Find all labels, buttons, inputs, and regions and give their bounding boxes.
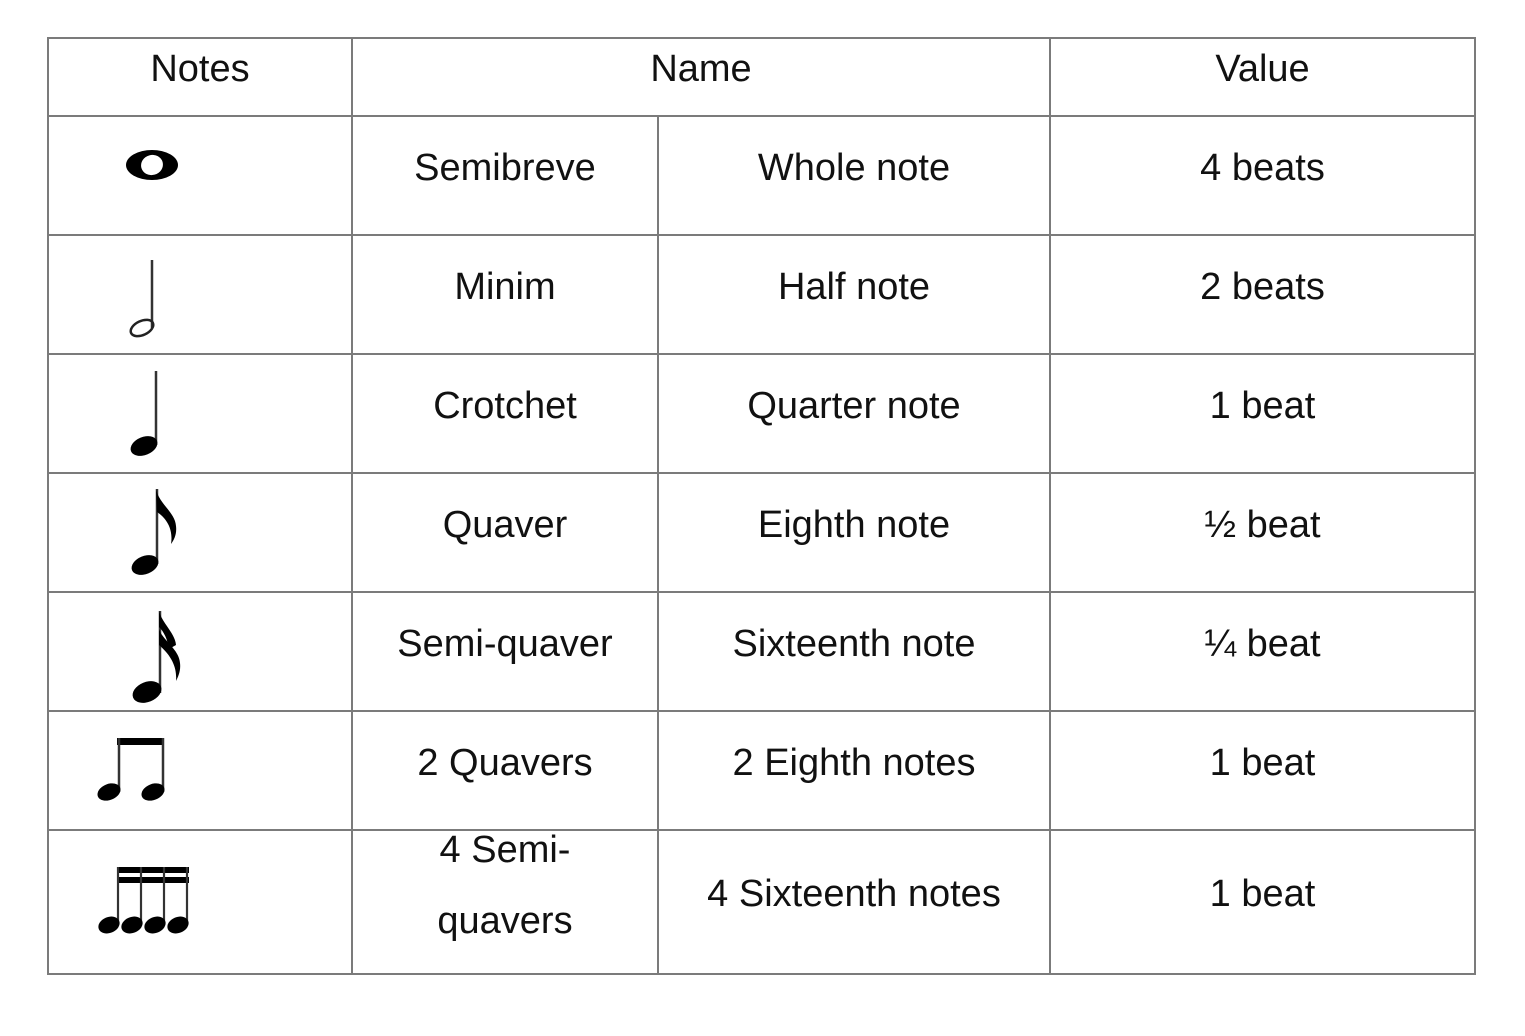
whole-note-icon [126,150,178,180]
american-name: Quarter note [657,353,1051,474]
british-name-line1: 4 Semi- [439,829,571,871]
note-cell [47,472,353,593]
beat-value: ½ beat [1049,472,1476,593]
british-name: Minim [351,234,659,355]
british-name-line2: quavers [437,900,573,942]
table-row: Semibreve Whole note 4 beats [47,115,1476,236]
beamed-sixteenth-notes-icon [98,867,189,934]
note-cell [47,234,353,355]
american-name: Eighth note [657,472,1051,593]
note-cell [47,829,353,975]
note-cell [47,353,353,474]
table-row: Minim Half note 2 beats [47,234,1476,355]
british-name: 4 Semi-quavers [351,829,659,975]
british-name: Semi-quaver [351,591,659,712]
table-row: Semi-quaver Sixteenth note ¼ beat [47,591,1476,712]
american-name: 4 Sixteenth notes [657,829,1051,975]
sixteenth-note-icon [132,611,181,703]
table-row: Quaver Eighth note ½ beat [47,472,1476,593]
beat-value: 1 beat [1049,710,1476,831]
note-values-table: Notes Name Value Semibreve Whole note 4 … [47,37,1476,975]
american-name: 2 Eighth notes [657,710,1051,831]
beat-value: 1 beat [1049,353,1476,474]
beamed-eighth-notes-icon [97,738,165,801]
note-cell [47,115,353,236]
note-cell [47,591,353,712]
british-name: 2 Quavers [351,710,659,831]
header-value: Value [1049,37,1476,117]
table-row: Crotchet Quarter note 1 beat [47,353,1476,474]
beat-value: 1 beat [1049,829,1476,975]
header-name: Name [351,37,1051,117]
american-name: Half note [657,234,1051,355]
beat-value: ¼ beat [1049,591,1476,712]
header-notes: Notes [47,37,353,117]
american-name: Whole note [657,115,1051,236]
beat-value: 2 beats [1049,234,1476,355]
half-note-icon [129,260,155,338]
british-name: Crotchet [351,353,659,474]
quarter-note-icon [130,371,158,456]
table-row: 4 Semi-quavers 4 Sixteenth notes 1 beat [47,829,1476,975]
table-row: 2 Quavers 2 Eighth notes 1 beat [47,710,1476,831]
british-name: Quaver [351,472,659,593]
british-name: Semibreve [351,115,659,236]
beat-value: 4 beats [1049,115,1476,236]
note-cell [47,710,353,831]
american-name: Sixteenth note [657,591,1051,712]
eighth-note-icon [131,489,177,575]
header-row: Notes Name Value [47,37,1476,117]
